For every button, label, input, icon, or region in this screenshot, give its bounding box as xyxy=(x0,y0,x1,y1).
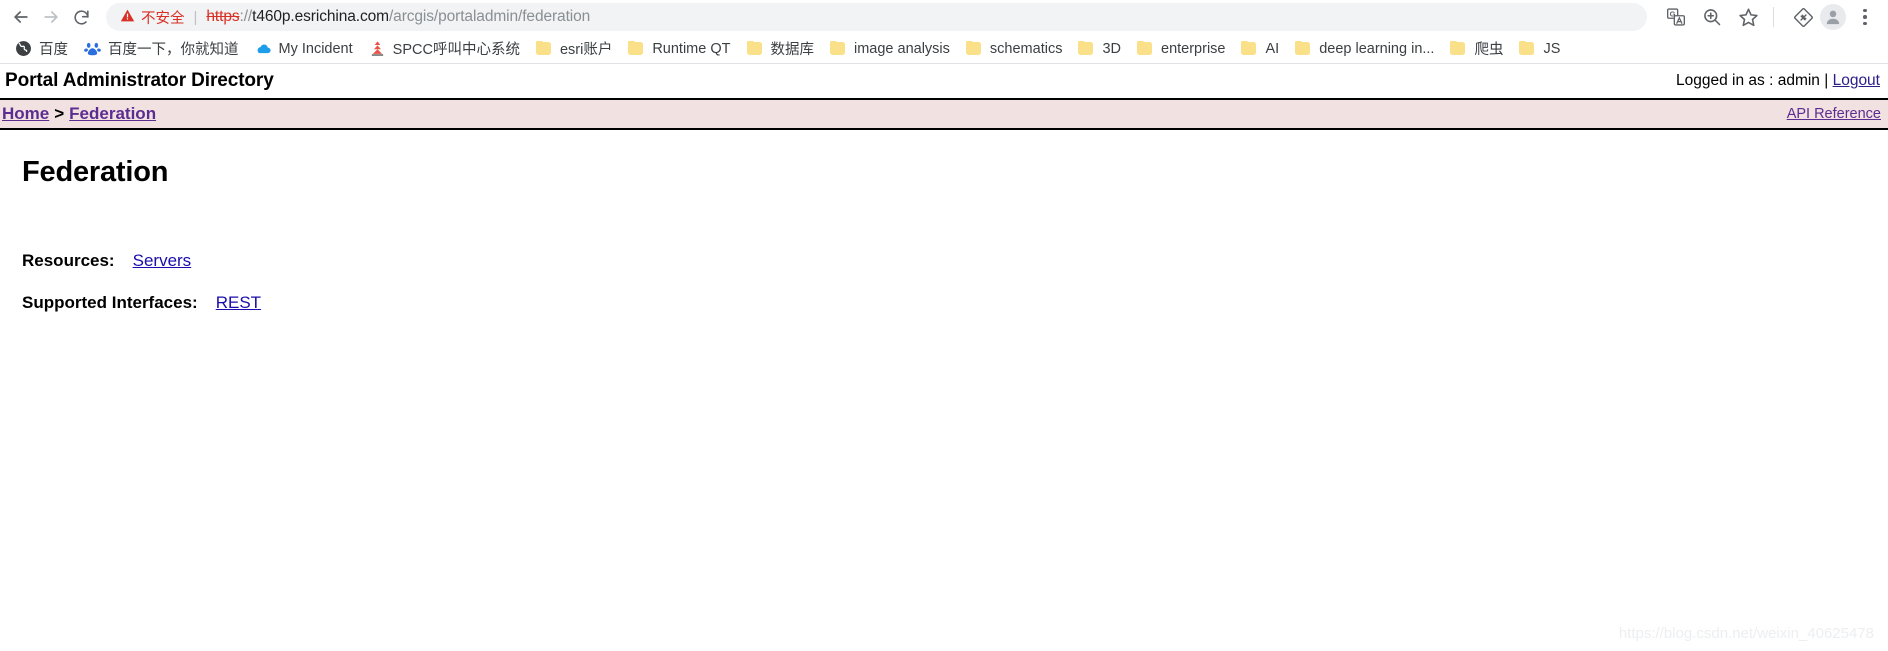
toolbar-divider xyxy=(1773,7,1774,27)
bookmark-label: image analysis xyxy=(854,40,950,57)
api-reference-link[interactable]: API Reference xyxy=(1787,106,1881,122)
rest-link[interactable]: REST xyxy=(216,293,261,312)
browser-toolbar: 不安全 | https://t460p.esrichina.com/arcgis… xyxy=(0,0,1888,34)
bookmark-deep-learning[interactable]: deep learning in... xyxy=(1288,37,1441,61)
bookmark-label: JS xyxy=(1543,40,1561,57)
url-scheme-suffix: :// xyxy=(239,8,253,25)
bookmark-label: 百度 xyxy=(39,42,68,58)
forward-button[interactable] xyxy=(36,2,66,32)
folder-icon xyxy=(1078,41,1095,56)
logged-in-label: Logged in as : admin | xyxy=(1676,72,1829,89)
address-bar[interactable]: 不安全 | https://t460p.esrichina.com/arcgis… xyxy=(106,3,1647,31)
logout-link[interactable]: Logout xyxy=(1833,72,1880,89)
portal-header: Portal Administrator Directory Logged in… xyxy=(0,64,1888,100)
folder-icon xyxy=(535,41,553,56)
bookmark-label: enterprise xyxy=(1161,40,1226,57)
bookmark-label: 数据库 xyxy=(770,42,815,58)
bookmark-enterprise[interactable]: enterprise xyxy=(1130,37,1232,61)
supported-interfaces-row: Supported Interfaces: REST xyxy=(22,293,1888,313)
folder-icon xyxy=(1519,41,1536,56)
warning-triangle-icon xyxy=(120,8,135,27)
tower-icon xyxy=(369,40,386,57)
page-body: Portal Administrator Directory Logged in… xyxy=(0,64,1888,650)
bookmarks-bar: 百度 百度一下，你就知道 My Incident SPCC呼叫中心系统 esri… xyxy=(0,34,1888,64)
watermark: https://blog.csdn.net/weixin_40625478 xyxy=(1618,625,1874,642)
security-warning[interactable]: 不安全 xyxy=(120,7,185,28)
bookmark-label: schematics xyxy=(989,40,1063,57)
browser-chrome: 不安全 | https://t460p.esrichina.com/arcgis… xyxy=(0,0,1888,64)
bookmark-star-icon[interactable] xyxy=(1733,2,1763,32)
main-content: Federation Resources: Servers Supported … xyxy=(0,130,1888,313)
bookmark-3d[interactable]: 3D xyxy=(1071,37,1128,61)
url-scheme: https xyxy=(206,8,240,25)
breadcrumb: Home > Federation xyxy=(2,104,156,124)
breadcrumb-separator: > xyxy=(54,104,65,123)
bookmark-baidu-search[interactable]: 百度一下，你就知道 xyxy=(77,37,246,61)
bookmark-my-incident[interactable]: My Incident xyxy=(248,37,360,61)
avatar[interactable] xyxy=(1820,4,1846,30)
bookmark-runtime-qt[interactable]: Runtime QT xyxy=(621,37,737,61)
forward-arrow-icon xyxy=(41,7,61,27)
page-title: Portal Administrator Directory xyxy=(5,70,274,91)
resources-value: Servers xyxy=(133,251,192,271)
login-status: Logged in as : admin | Logout xyxy=(1676,72,1880,90)
zoom-in-icon[interactable] xyxy=(1697,2,1727,32)
url-text: https://t460p.esrichina.com/arcgis/porta… xyxy=(206,8,590,26)
security-label: 不安全 xyxy=(141,10,185,27)
bookmark-esri-account[interactable]: esri账户 xyxy=(529,37,619,61)
bookmark-label: AI xyxy=(1265,40,1280,57)
bookmark-label: 3D xyxy=(1102,40,1121,57)
breadcrumb-home-link[interactable]: Home xyxy=(2,104,49,123)
bookmark-baidu[interactable]: 百度 xyxy=(8,37,75,61)
bookmark-label: 爬虫 xyxy=(1474,42,1504,58)
bookmark-database[interactable]: 数据库 xyxy=(740,37,822,61)
baidu-paw-icon xyxy=(84,40,101,57)
toolbar-actions: G xyxy=(1655,2,1878,32)
servers-link[interactable]: Servers xyxy=(133,251,192,270)
back-button[interactable] xyxy=(6,2,36,32)
url-host: t460p.esrichina.com xyxy=(252,8,389,25)
omnibox-separator: | xyxy=(193,8,198,26)
bookmark-schematics[interactable]: schematics xyxy=(959,37,1070,61)
folder-icon xyxy=(628,41,645,56)
resources-row: Resources: Servers xyxy=(22,251,1888,271)
bookmark-image-analysis[interactable]: image analysis xyxy=(823,37,957,61)
folder-icon xyxy=(746,41,764,56)
folder-icon xyxy=(830,41,847,56)
back-arrow-icon xyxy=(11,7,31,27)
chrome-menu-icon[interactable] xyxy=(1852,2,1878,32)
folder-icon xyxy=(1295,41,1312,56)
reload-arrow-icon xyxy=(72,8,91,27)
bookmark-label: My Incident xyxy=(278,40,353,57)
folder-icon xyxy=(965,41,983,56)
extension-icon[interactable] xyxy=(1788,2,1818,32)
bookmark-label: 百度一下，你就知道 xyxy=(108,42,239,58)
globe-icon xyxy=(15,40,32,57)
cloud-icon xyxy=(255,40,272,57)
resources-label: Resources: xyxy=(22,251,115,270)
folder-icon xyxy=(1241,41,1258,56)
supported-interfaces-label: Supported Interfaces: xyxy=(22,293,198,312)
bookmark-ai[interactable]: AI xyxy=(1234,37,1286,61)
reload-button[interactable] xyxy=(66,2,96,32)
breadcrumb-current-link[interactable]: Federation xyxy=(69,104,156,123)
content-heading: Federation xyxy=(22,156,169,188)
bookmark-label: Runtime QT xyxy=(652,40,731,57)
bookmark-crawler[interactable]: 爬虫 xyxy=(1443,37,1510,61)
translate-icon[interactable]: G xyxy=(1661,2,1691,32)
folder-icon xyxy=(1450,41,1467,56)
bookmark-label: deep learning in... xyxy=(1319,40,1435,57)
url-path: /arcgis/portaladmin/federation xyxy=(388,8,591,25)
bookmark-label: SPCC呼叫中心系统 xyxy=(392,42,520,58)
bookmark-js[interactable]: JS xyxy=(1512,37,1567,61)
bookmark-spcc[interactable]: SPCC呼叫中心系统 xyxy=(362,37,527,61)
folder-icon xyxy=(1137,41,1154,56)
breadcrumb-bar: Home > Federation API Reference xyxy=(0,100,1888,130)
supported-interfaces-value: REST xyxy=(216,293,261,313)
bookmark-label: esri账户 xyxy=(559,42,613,58)
